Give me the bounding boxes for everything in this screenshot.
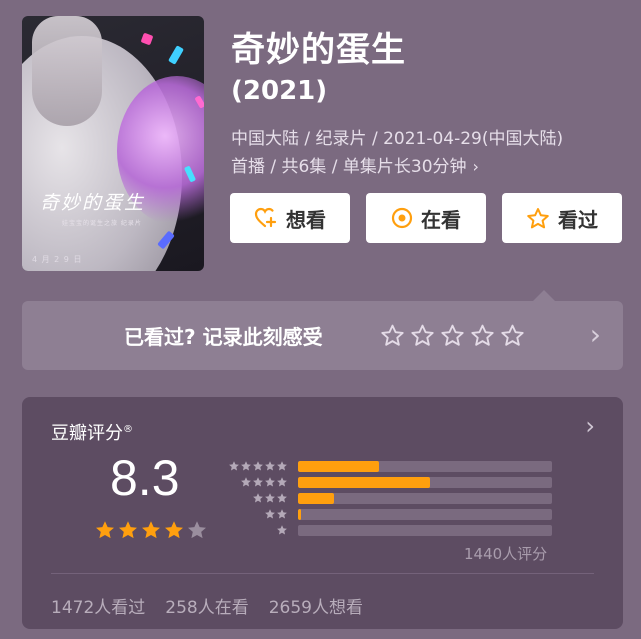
row-stars <box>226 460 288 472</box>
distribution-bar-fill <box>298 508 301 520</box>
meta-line-2: 首播 / 共6集 / 单集片长30分钟 › <box>231 153 621 181</box>
star-icon <box>253 493 263 503</box>
row-stars <box>226 508 288 520</box>
poster-fleck <box>168 45 184 65</box>
star-icon <box>229 461 239 471</box>
distribution-bar-track <box>298 508 552 520</box>
star-outline-icon[interactable] <box>470 323 495 348</box>
watched-button[interactable]: 看过 <box>502 193 622 243</box>
star-icon <box>265 493 275 503</box>
distribution-bar-fill <box>298 492 334 504</box>
distribution-bar-track <box>298 460 552 472</box>
star-outline-icon[interactable] <box>500 323 525 348</box>
callout-notch <box>533 290 555 301</box>
poster-title: 奇妙的蛋生 <box>40 192 146 214</box>
rating-score: 8.3 <box>110 450 180 506</box>
star-icon <box>188 521 206 539</box>
row-stars <box>226 524 288 536</box>
star-outline-icon[interactable] <box>380 323 405 348</box>
star-icon <box>241 477 251 487</box>
star-icon <box>277 461 287 471</box>
star-icon <box>96 521 114 539</box>
watched-count: 1472人看过 <box>51 598 146 618</box>
star-icon <box>165 521 183 539</box>
want-label: 想看 <box>286 207 326 232</box>
poster-fleck <box>140 32 154 46</box>
distribution-bar-fill <box>298 460 380 472</box>
circle-dot-icon <box>391 207 413 229</box>
star-outline-icon <box>526 207 550 230</box>
distribution-bar-fill <box>298 476 431 488</box>
star-icon <box>241 461 251 471</box>
watch-stats: 1472人看过 258人在看 2659人想看 <box>51 593 363 618</box>
star-icon <box>277 493 287 503</box>
distribution-row <box>226 506 552 522</box>
poster-hand <box>32 16 102 126</box>
row-stars <box>226 492 288 504</box>
star-icon <box>142 521 160 539</box>
chevron-right-icon: › <box>589 318 601 351</box>
poster-image[interactable]: 奇妙的蛋生 娃宝宝的诞生之旅 纪录片 4 月 2 9 日 <box>22 16 204 271</box>
poster-subtitle: 娃宝宝的诞生之旅 纪录片 <box>62 220 142 227</box>
distribution-bar-track <box>298 524 552 536</box>
star-icon <box>265 509 275 519</box>
douban-rating-card[interactable]: 豆瓣评分® › 8.3 1440人评分 1472人看过 258人在看 2659人… <box>22 397 623 629</box>
chevron-right-icon[interactable]: › <box>585 412 595 440</box>
star-icon <box>277 509 287 519</box>
distribution-row <box>226 458 552 474</box>
movie-title: 奇妙的蛋生 <box>231 30 406 70</box>
rating-count: 1440人评分 <box>464 545 548 563</box>
watching-label: 在看 <box>421 207 461 232</box>
star-outline-icon[interactable] <box>410 323 435 348</box>
divider <box>51 573 594 574</box>
star-icon <box>265 477 275 487</box>
watched-label: 看过 <box>558 207 598 232</box>
rating-distribution <box>226 458 552 538</box>
star-icon <box>277 525 287 535</box>
watching-button[interactable]: 在看 <box>366 193 486 243</box>
rate-stars[interactable] <box>380 323 525 348</box>
distribution-row <box>226 474 552 490</box>
star-icon <box>265 461 275 471</box>
rating-title: 豆瓣评分® <box>51 423 133 444</box>
star-icon <box>277 477 287 487</box>
watching-count: 258人在看 <box>165 598 249 618</box>
star-outline-icon[interactable] <box>440 323 465 348</box>
row-stars <box>226 476 288 488</box>
want-count: 2659人想看 <box>268 598 363 618</box>
star-icon <box>253 477 263 487</box>
chevron-right-icon: › <box>472 157 479 176</box>
movie-year: (2021) <box>231 76 328 106</box>
star-icon <box>119 521 137 539</box>
movie-meta[interactable]: 中国大陆 / 纪录片 / 2021-04-29(中国大陆) 首播 / 共6集 /… <box>231 126 621 181</box>
poster-date: 4 月 2 9 日 <box>32 255 83 264</box>
record-feeling-bar[interactable]: 已看过? 记录此刻感受 › <box>22 301 623 370</box>
star-icon <box>253 461 263 471</box>
distribution-bar-track <box>298 476 552 488</box>
want-to-watch-button[interactable]: 想看 <box>230 193 350 243</box>
record-prompt: 已看过? 记录此刻感受 <box>124 325 323 349</box>
distribution-row <box>226 522 552 538</box>
distribution-bar-track <box>298 492 552 504</box>
heart-plus-icon <box>254 207 278 229</box>
score-stars <box>94 519 208 541</box>
meta-line-1: 中国大陆 / 纪录片 / 2021-04-29(中国大陆) <box>231 129 564 149</box>
distribution-row <box>226 490 552 506</box>
